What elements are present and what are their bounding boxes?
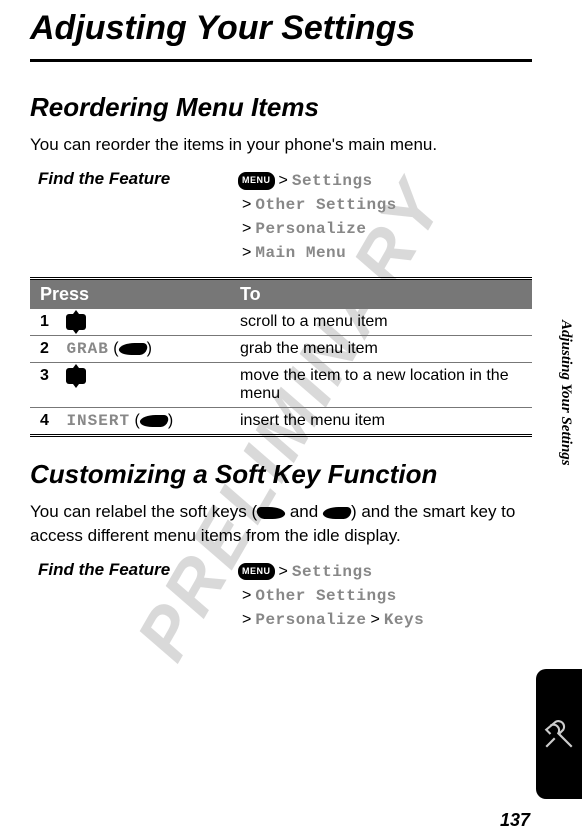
key-label: GRAB [66,340,108,358]
section-heading-softkey: Customizing a Soft Key Function [30,459,532,490]
path-separator: > [366,611,383,628]
step-number: 2 [40,340,62,358]
step-action: scroll to a menu item [230,309,532,336]
find-feature-label: Find the Feature [38,560,238,580]
find-feature-label: Find the Feature [38,169,238,189]
soft-key-left-icon [256,507,287,519]
menu-key-icon: MENU [238,172,275,190]
side-band: Adjusting Your Settings [534,0,582,839]
section-heading-reordering: Reordering Menu Items [30,92,532,123]
section2-intro: You can relabel the soft keys ( and ) an… [30,500,532,548]
table-row: 1 scroll to a menu item [30,309,532,336]
path-separator: > [238,587,255,604]
steps-table: Press To 1 scroll to a menu item 2 GRAB … [30,277,532,437]
side-icon-box [536,669,582,799]
section1-intro: You can reorder the items in your phone'… [30,133,532,157]
soft-key-right-icon [117,343,148,355]
table-row: 4 INSERT () insert the menu item [30,408,532,436]
find-feature-block-1: Find the Feature MENU>Settings >Other Se… [30,169,532,265]
step-number: 1 [40,313,62,331]
side-running-head: Adjusting Your Settings [557,320,574,466]
scroll-key-icon [66,368,86,384]
menu-key-icon: MENU [238,563,275,581]
path-separator: > [238,244,255,261]
intro-text-b: and [285,502,323,521]
soft-key-right-icon [321,507,352,519]
path-separator: > [238,220,255,237]
step-action: move the item to a new location in the m… [230,363,532,408]
path-separator: > [238,196,255,213]
page-number: 137 [500,810,530,831]
table-header-press: Press [30,279,230,310]
step-number: 4 [40,412,62,430]
feature-path-1: MENU>Settings >Other Settings >Personali… [238,169,397,265]
soft-key-right-icon [138,415,169,427]
page-title: Adjusting Your Settings [30,10,532,62]
path-item: Settings [292,172,373,190]
path-separator: > [275,563,292,580]
key-label: INSERT [66,412,130,430]
table-row: 3 move the item to a new location in the… [30,363,532,408]
table-header-to: To [230,279,532,310]
step-action: grab the menu item [230,336,532,363]
path-item: Keys [384,611,424,629]
scroll-key-icon [66,314,86,330]
table-row: 2 GRAB () grab the menu item [30,336,532,363]
page-content: Adjusting Your Settings Reordering Menu … [0,0,582,654]
feature-path-2: MENU>Settings >Other Settings >Personali… [238,560,424,632]
step-action: insert the menu item [230,408,532,436]
path-separator: > [275,172,292,189]
path-item: Personalize [255,220,366,238]
path-item: Other Settings [255,196,396,214]
intro-text-a: You can relabel the soft keys ( [30,502,257,521]
path-item: Main Menu [255,244,346,262]
path-item: Personalize [255,611,366,629]
wrench-screwdriver-icon [542,717,576,751]
find-feature-block-2: Find the Feature MENU>Settings >Other Se… [30,560,532,632]
path-item: Other Settings [255,587,396,605]
path-separator: > [238,611,255,628]
path-item: Settings [292,563,373,581]
step-number: 3 [40,367,62,385]
